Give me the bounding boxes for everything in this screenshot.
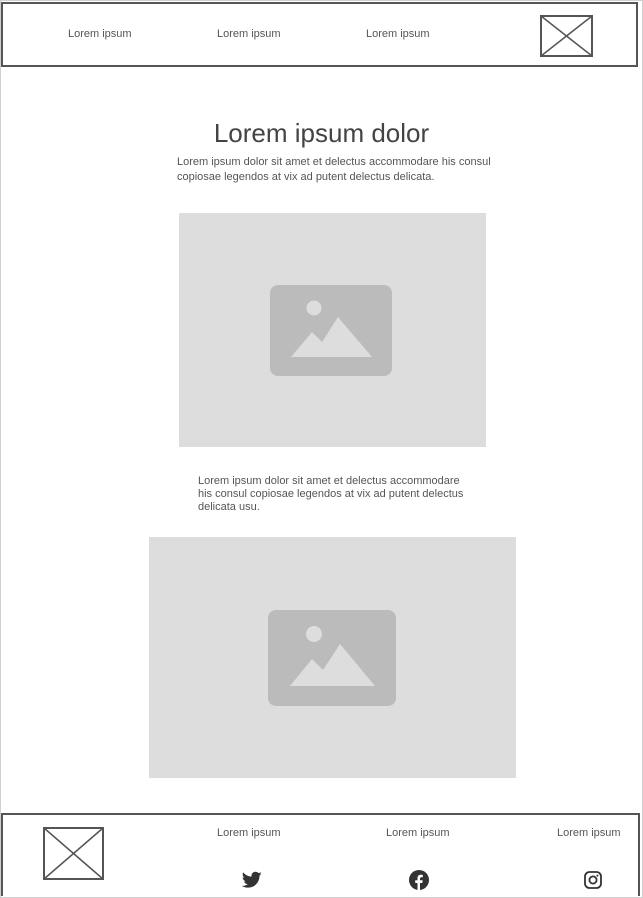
body-paragraph: Lorem ipsum dolor sit amet et delectus a… [198,475,464,513]
nav-link-1[interactable]: Lorem ipsum [68,28,132,40]
footer-link-2[interactable]: Lorem ipsum [386,827,450,839]
footer-link-3[interactable]: Lorem ipsum [557,827,621,839]
nav-link-2[interactable]: Lorem ipsum [217,28,281,40]
footer-logo-placeholder-icon[interactable] [43,827,104,880]
logo-placeholder-icon[interactable] [540,15,593,57]
nav-link-3[interactable]: Lorem ipsum [366,28,430,40]
footer-link-1[interactable]: Lorem ipsum [217,827,281,839]
intro-paragraph: Lorem ipsum dolor sit amet et delectus a… [177,156,491,183]
twitter-icon[interactable] [242,871,262,889]
image-placeholder-icon [268,610,396,706]
instagram-icon[interactable] [584,871,602,889]
facebook-icon[interactable] [409,870,429,890]
image-placeholder-2 [149,537,516,778]
image-placeholder-icon [270,285,392,376]
image-placeholder-1 [179,213,486,447]
page-title: Lorem ipsum dolor [213,118,430,148]
